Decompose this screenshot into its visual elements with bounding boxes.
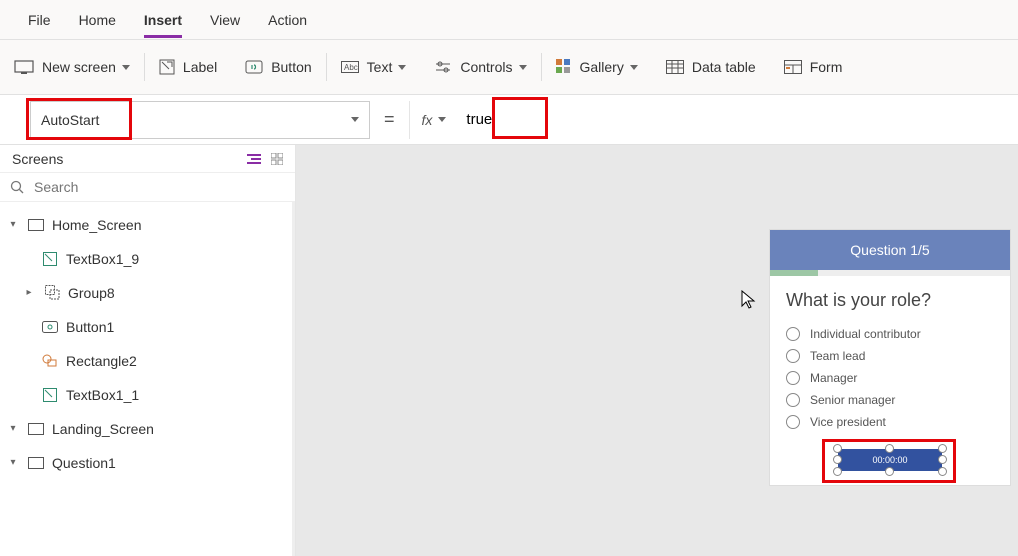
tree-node-home[interactable]: ▾ Home_Screen [0,208,292,242]
chevron-down-icon [630,65,638,70]
forms-label: Form [810,59,843,75]
tree-node-textbox19[interactable]: TextBox1_9 [0,242,292,276]
tree-label: Question1 [52,455,116,471]
formula-bar: AutoStart = fx [0,95,1018,145]
radio-icon [786,371,800,385]
search-icon [10,180,24,194]
screen-icon [26,421,46,437]
tree-search[interactable] [0,172,295,201]
tree-node-rectangle2[interactable]: Rectangle2 [0,344,292,378]
new-screen-label: New screen [42,59,116,75]
fx-button[interactable]: fx [409,101,459,139]
highlight-formula [492,97,548,139]
main-area: Screens ▾ Home_Screen TextBox1_9 ▸ Group… [0,145,1018,556]
gallery-label: Gallery [580,59,624,75]
controls-button[interactable]: Controls [420,40,540,94]
canvas[interactable]: Question 1/5 What is your role? Individu… [296,145,1018,556]
tree-header: Screens [0,145,295,172]
ribbon: New screen Label Button Abc Text Control… [0,40,1018,95]
tree-label: Rectangle2 [66,353,137,369]
menu-home[interactable]: Home [79,12,116,28]
tree-body: ▾ Home_Screen TextBox1_9 ▸ Group8 Button… [0,202,295,556]
text-label: Text [367,59,393,75]
chevron-down-icon [398,65,406,70]
chevron-down-icon [438,117,446,122]
search-input[interactable] [32,178,232,196]
data-table-label: Data table [692,59,756,75]
equals-label: = [384,109,395,130]
chevron-down-icon [122,65,130,70]
menu-view[interactable]: View [210,12,240,28]
data-table-icon [666,60,684,74]
option-row[interactable]: Manager [786,371,994,385]
gallery-button[interactable]: Gallery [542,40,652,94]
tree-label: Group8 [68,285,115,301]
data-table-button[interactable]: Data table [652,40,770,94]
option-row[interactable]: Vice president [786,415,994,429]
tree-label: TextBox1_9 [66,251,139,267]
tree-label: Home_Screen [52,217,142,233]
text-icon: Abc [341,61,359,73]
option-row[interactable]: Team lead [786,349,994,363]
radio-icon [786,415,800,429]
group-icon [42,285,62,301]
cursor-icon [741,290,757,310]
tree-label: TextBox1_1 [66,387,139,403]
tree-node-landing[interactable]: ▾ Landing_Screen [0,412,292,446]
option-row[interactable]: Individual contributor [786,327,994,341]
tree-title: Screens [12,151,63,167]
label-icon [40,251,60,267]
menu-action[interactable]: Action [268,12,307,28]
label-icon [40,387,60,403]
radio-icon [786,393,800,407]
tree-node-button1[interactable]: Button1 [0,310,292,344]
preview-header: Question 1/5 [770,230,1010,270]
option-row[interactable]: Senior manager [786,393,994,407]
tree-node-group8[interactable]: ▸ Group8 [0,276,292,310]
highlight-property [26,98,132,140]
options-list: Individual contributor Team lead Manager… [770,315,1010,441]
text-button[interactable]: Abc Text [327,40,421,94]
button-label: Button [271,59,311,75]
preview-phone: Question 1/5 What is your role? Individu… [770,230,1010,485]
tree-node-question1[interactable]: ▾ Question1 [0,446,292,480]
menu-insert[interactable]: Insert [144,12,182,28]
tree-pane: Screens ▾ Home_Screen TextBox1_9 ▸ Group… [0,145,296,556]
tree-label: Button1 [66,319,114,335]
radio-icon [786,327,800,341]
question-text: What is your role? [770,276,1010,315]
button-icon [40,319,60,335]
timer-row: 00:00:00 [770,441,1010,485]
menu-bar: File Home Insert View Action [0,0,1018,40]
shape-icon [40,353,60,369]
button-button[interactable]: Button [231,40,325,94]
gallery-icon [556,59,572,75]
label-button[interactable]: Label [145,40,231,94]
tree-label: Landing_Screen [52,421,154,437]
chevron-down-icon [351,117,359,122]
tree-list-icon[interactable] [247,153,261,165]
screen-icon [26,455,46,471]
tree-grid-icon[interactable] [271,153,283,165]
button-icon [245,60,263,74]
screen-icon [26,217,46,233]
tree-node-textbox11[interactable]: TextBox1_1 [0,378,292,412]
controls-label: Controls [460,59,512,75]
highlight-timer [822,439,956,483]
menu-file[interactable]: File [28,12,51,28]
forms-icon [784,60,802,74]
chevron-down-icon [519,65,527,70]
radio-icon [786,349,800,363]
svg-text:Abc: Abc [344,63,358,72]
screen-icon [14,60,34,74]
controls-icon [434,60,452,74]
label-label: Label [183,59,217,75]
new-screen-button[interactable]: New screen [0,40,144,94]
label-icon [159,59,175,75]
forms-button[interactable]: Form [770,40,857,94]
